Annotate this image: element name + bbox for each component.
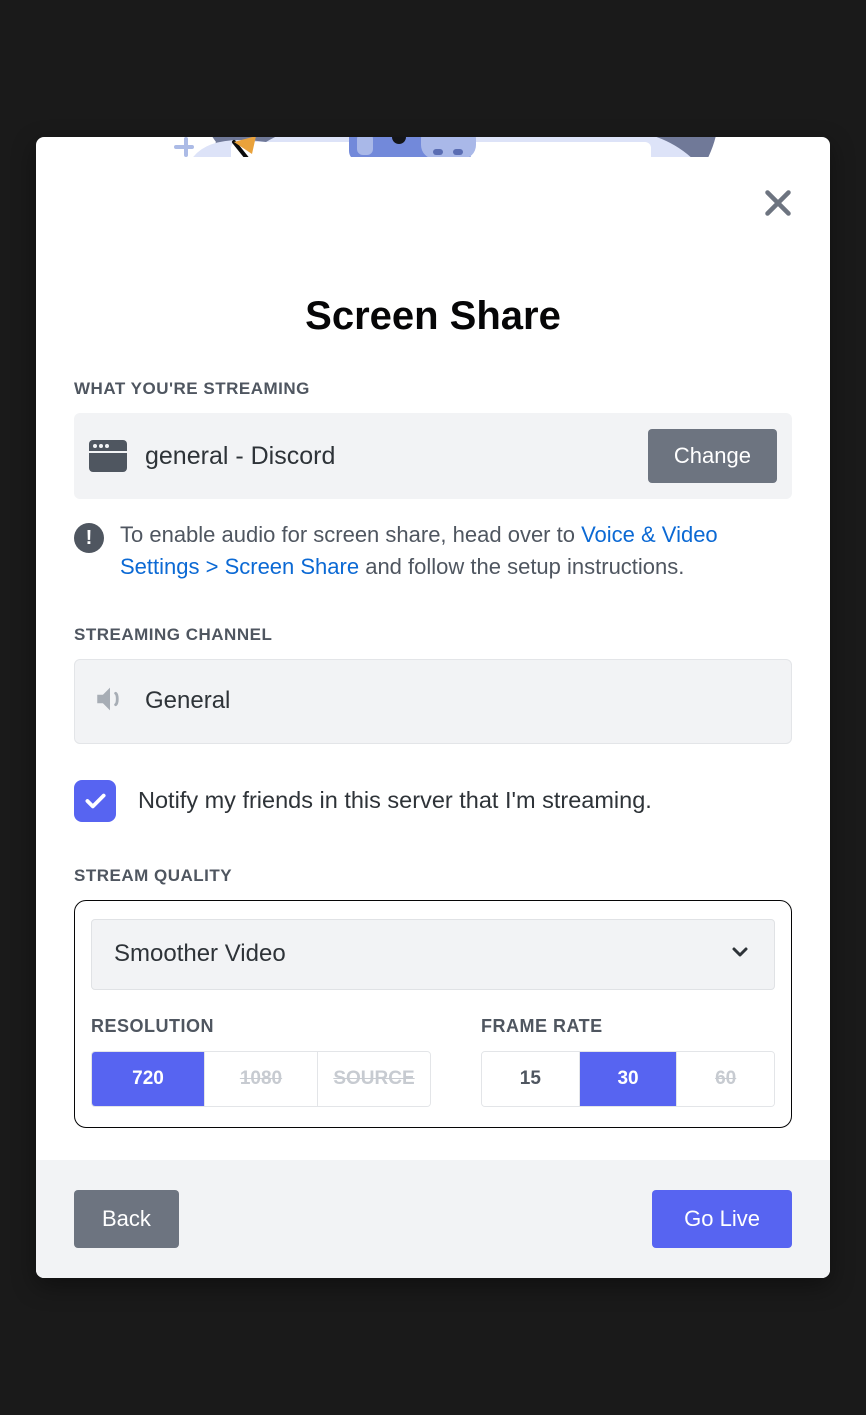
quality-preset-select[interactable]: Smoother Video bbox=[91, 919, 775, 990]
info-text-before: To enable audio for screen share, head o… bbox=[120, 522, 581, 547]
framerate-segmented: 153060 bbox=[481, 1051, 775, 1107]
screen-share-modal: Screen Share WHAT YOU'RE STREAMING gener… bbox=[36, 137, 830, 1278]
quality-label: STREAM QUALITY bbox=[74, 866, 792, 886]
streaming-label: WHAT YOU'RE STREAMING bbox=[74, 379, 792, 399]
notify-label: Notify my friends in this server that I'… bbox=[138, 787, 652, 814]
modal-title: Screen Share bbox=[74, 294, 792, 339]
quality-container: Smoother Video RESOLUTION 7201080SOURCE … bbox=[74, 900, 792, 1128]
hero-illustration bbox=[36, 137, 830, 272]
streaming-channel-select[interactable]: General bbox=[74, 659, 792, 744]
channel-label: STREAMING CHANNEL bbox=[74, 625, 792, 645]
change-button[interactable]: Change bbox=[648, 429, 777, 483]
checkmark-icon bbox=[82, 788, 108, 814]
streaming-window-title: general - Discord bbox=[145, 442, 630, 471]
resolution-option-720[interactable]: 720 bbox=[92, 1052, 205, 1106]
framerate-option-15[interactable]: 15 bbox=[482, 1052, 580, 1106]
audio-info-text: To enable audio for screen share, head o… bbox=[120, 519, 792, 583]
chevron-down-icon bbox=[728, 940, 752, 969]
quality-preset-value: Smoother Video bbox=[114, 940, 286, 968]
audio-info-row: ! To enable audio for screen share, head… bbox=[74, 519, 792, 583]
framerate-label: FRAME RATE bbox=[481, 1016, 775, 1037]
close-button[interactable] bbox=[760, 185, 796, 221]
speaker-icon bbox=[93, 682, 127, 721]
go-live-button[interactable]: Go Live bbox=[652, 1190, 792, 1248]
info-text-after: and follow the setup instructions. bbox=[359, 554, 684, 579]
resolution-segmented: 7201080SOURCE bbox=[91, 1051, 431, 1107]
streaming-source-box: general - Discord Change bbox=[74, 413, 792, 499]
framerate-option-30[interactable]: 30 bbox=[580, 1052, 678, 1106]
window-icon bbox=[89, 440, 127, 472]
close-icon bbox=[760, 185, 796, 221]
resolution-option-1080: 1080 bbox=[205, 1052, 318, 1106]
back-button[interactable]: Back bbox=[74, 1190, 179, 1248]
channel-name: General bbox=[145, 687, 230, 715]
notify-row: Notify my friends in this server that I'… bbox=[74, 780, 792, 822]
resolution-option-source: SOURCE bbox=[318, 1052, 430, 1106]
notify-checkbox[interactable] bbox=[74, 780, 116, 822]
resolution-label: RESOLUTION bbox=[91, 1016, 431, 1037]
info-icon: ! bbox=[74, 523, 104, 553]
modal-footer: Back Go Live bbox=[36, 1160, 830, 1278]
framerate-option-60: 60 bbox=[677, 1052, 774, 1106]
